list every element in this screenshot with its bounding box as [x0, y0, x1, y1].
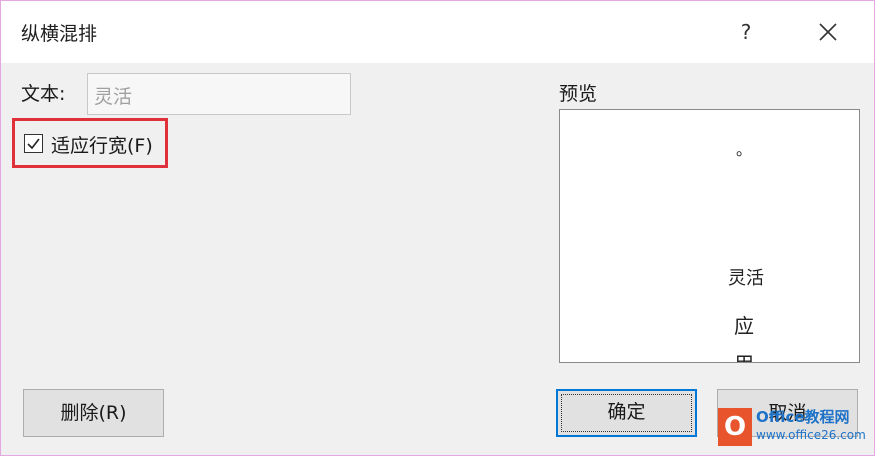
ok-button[interactable]: 确定: [556, 389, 697, 437]
preview-punctuation: 。: [736, 140, 753, 159]
close-button[interactable]: [809, 15, 847, 49]
checkmark-icon: [27, 138, 40, 150]
preview-text-row: 用: [734, 348, 754, 362]
title-bar: 纵横混排 ?: [1, 1, 874, 63]
dialog-window: 纵横混排 ? 文本: 灵活 适应行宽(F) 预览 。 灵活 应 用 删除(R) …: [0, 0, 875, 456]
close-icon: [819, 23, 837, 41]
text-field-label: 文本:: [21, 83, 66, 105]
preview-pane: 。 灵活 应 用: [559, 109, 860, 363]
fit-to-line-width-option[interactable]: 适应行宽(F): [12, 118, 168, 168]
text-field[interactable]: 灵活: [87, 73, 351, 115]
focus-outline: [561, 394, 692, 432]
dialog-title: 纵横混排: [21, 23, 98, 45]
fit-to-line-width-label: 适应行宽(F): [51, 135, 153, 157]
fit-to-line-width-checkbox[interactable]: [24, 134, 43, 153]
preview-label: 预览: [559, 83, 598, 105]
preview-text-row: 应: [734, 314, 754, 338]
delete-button[interactable]: 删除(R): [23, 389, 164, 437]
cancel-button[interactable]: 取消: [717, 389, 858, 437]
preview-text-row: 灵活: [728, 268, 764, 289]
help-button[interactable]: ?: [729, 15, 763, 49]
